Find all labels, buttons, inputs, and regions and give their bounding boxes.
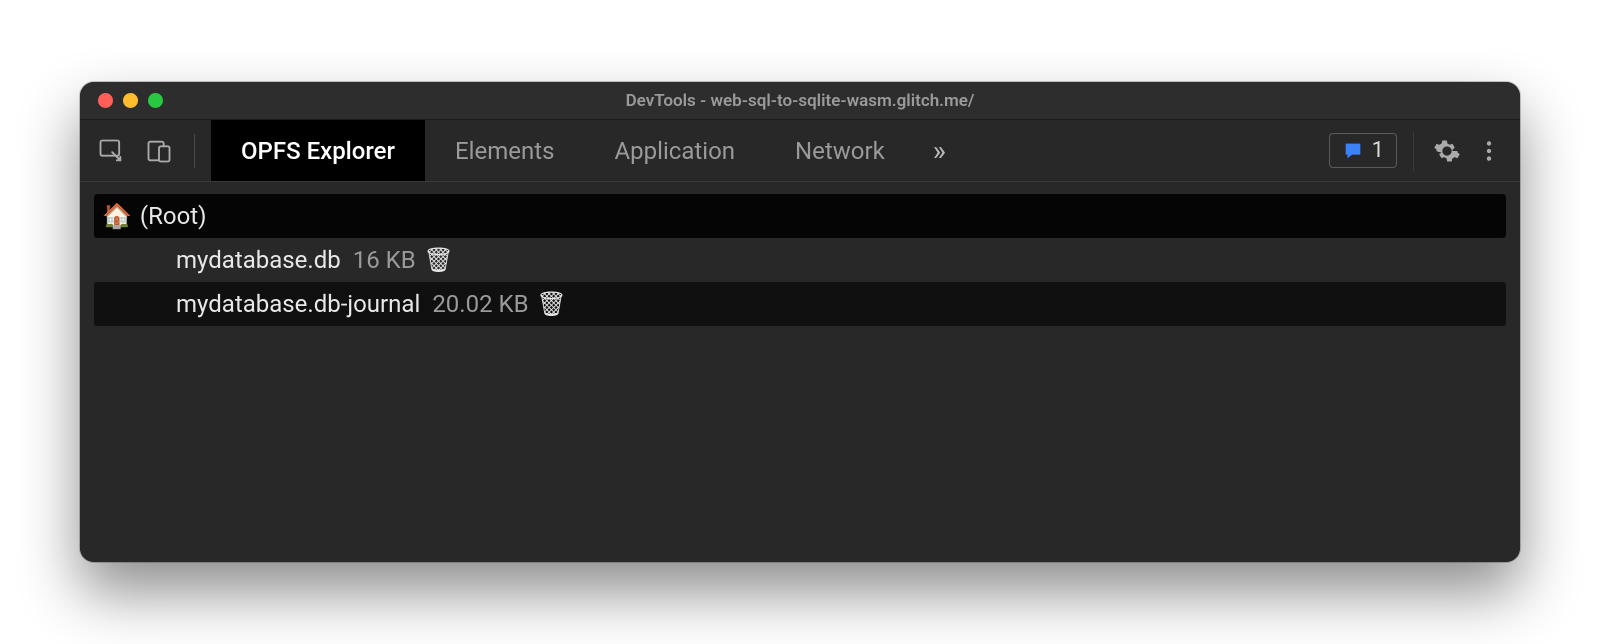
trash-icon[interactable]: 🗑 — [426, 247, 452, 273]
devtools-window: DevTools - web-sql-to-sqlite-wasm.glitch… — [80, 82, 1520, 562]
home-icon: 🏠 — [102, 202, 132, 230]
file-name: mydatabase.db — [176, 246, 341, 274]
minimize-window-button[interactable] — [123, 93, 138, 108]
tab-application[interactable]: Application — [585, 120, 766, 181]
issues-icon — [1342, 140, 1364, 162]
close-window-button[interactable] — [98, 93, 113, 108]
zoom-window-button[interactable] — [148, 93, 163, 108]
file-size: 20.02 KB — [432, 290, 528, 318]
issues-count: 1 — [1372, 138, 1384, 163]
file-row[interactable]: mydatabase.db-journal 20.02 KB 🗑 — [94, 282, 1506, 326]
traffic-lights — [80, 93, 163, 108]
tree-root-row[interactable]: 🏠 (Root) — [94, 194, 1506, 238]
inspect-element-icon[interactable] — [94, 134, 128, 168]
toolbar-divider — [194, 134, 195, 168]
settings-icon[interactable] — [1430, 134, 1464, 168]
file-row[interactable]: mydatabase.db 16 KB 🗑 — [94, 238, 1506, 282]
root-label: (Root) — [140, 202, 207, 230]
tab-elements[interactable]: Elements — [425, 120, 584, 181]
more-tabs-button[interactable]: » — [915, 120, 964, 181]
opfs-tree: 🏠 (Root) mydatabase.db 16 KB 🗑 mydatabas… — [80, 182, 1520, 562]
file-size: 16 KB — [353, 246, 416, 274]
panel-tabs: OPFS Explorer Elements Application Netwo… — [211, 120, 964, 181]
devtools-toolbar: OPFS Explorer Elements Application Netwo… — [80, 120, 1520, 182]
issues-badge[interactable]: 1 — [1329, 133, 1397, 168]
toolbar-left — [80, 120, 211, 181]
toolbar-divider-right — [1413, 131, 1414, 171]
file-name: mydatabase.db-journal — [176, 290, 420, 318]
tab-network[interactable]: Network — [765, 120, 915, 181]
tab-opfs-explorer[interactable]: OPFS Explorer — [211, 120, 425, 181]
trash-icon[interactable]: 🗑 — [539, 291, 565, 317]
toolbar-right: 1 — [1329, 120, 1520, 181]
more-options-icon[interactable] — [1472, 134, 1506, 168]
window-title: DevTools - web-sql-to-sqlite-wasm.glitch… — [80, 91, 1520, 111]
device-toolbar-icon[interactable] — [142, 134, 176, 168]
titlebar: DevTools - web-sql-to-sqlite-wasm.glitch… — [80, 82, 1520, 120]
